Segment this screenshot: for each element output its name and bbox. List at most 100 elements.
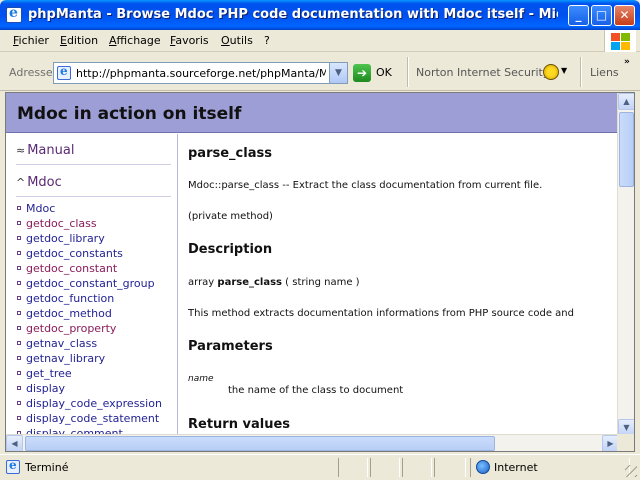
sidebar-link[interactable]: getdoc_constant [26,262,117,275]
signature-name: parse_class [217,277,282,288]
menu-help[interactable]: ? [264,34,270,47]
parameters-heading: Parameters [188,339,273,354]
main-content: parse_class Mdoc::parse_class -- Extract… [188,134,619,436]
norton-dropdown-icon[interactable]: ▼ [561,66,567,75]
sidebar-link[interactable]: get_tree [26,367,72,380]
vertical-scroll-thumb[interactable] [619,112,634,187]
sidebar-item[interactable]: getdoc_method [14,307,177,322]
bullet-icon [17,236,21,240]
sidebar-item[interactable]: getnav_library [14,352,177,367]
function-signature: array parse_class ( string name ) [188,277,360,288]
bullet-icon [17,356,21,360]
sidebar-item[interactable]: Mdoc [14,202,177,217]
sidebar-item[interactable]: get_tree [14,367,177,382]
sidebar-item[interactable]: getdoc_library [14,232,177,247]
status-panel [434,458,466,477]
title-bar[interactable]: phpManta - Browse Mdoc PHP code document… [0,0,640,30]
go-button[interactable]: ➔ OK [353,63,395,83]
bullet-icon [17,311,21,315]
scroll-up-icon[interactable]: ▲ [618,93,634,110]
page-header: Mdoc in action on itself [6,93,619,133]
sidebar-link[interactable]: getdoc_property [26,322,116,335]
sidebar-item[interactable]: getdoc_constant_group [14,277,177,292]
bullet-icon [17,371,21,375]
sidebar-item[interactable]: getdoc_class [14,217,177,232]
web-content: Mdoc in action on itself ≈ Manual ^ Mdoc M… [5,92,635,452]
collapse-icon: ≈ [16,144,26,157]
sidebar-link[interactable]: getdoc_constants [26,247,123,260]
sidebar-item[interactable]: getdoc_property [14,322,177,337]
bullet-icon [17,266,21,270]
scroll-left-icon[interactable]: ◀ [6,435,23,451]
sidebar-link[interactable]: getdoc_method [26,307,112,320]
sidebar-link[interactable]: display_code_statement [26,412,159,425]
sidebar-link[interactable]: getdoc_constant_group [26,277,155,290]
mdoc-section-link[interactable]: ^ Mdoc [16,175,62,190]
return-values-heading: Return values [188,417,291,432]
bullet-icon [17,251,21,255]
sidebar-link[interactable]: display [26,382,65,395]
go-arrow-icon: ➔ [353,64,371,82]
windows-logo-icon [604,30,636,52]
param-description: the name of the class to document [228,385,404,396]
sidebar-link[interactable]: getnav_class [26,337,97,350]
address-bar: Adresse http://phpmanta.sourceforge.net/… [0,53,640,91]
sidebar-link[interactable]: Mdoc [26,202,55,215]
sidebar-link[interactable]: getdoc_class [26,217,97,230]
menu-edition[interactable]: Edition [60,34,98,47]
address-label: Adresse [9,66,53,79]
resize-grip-icon[interactable] [625,465,637,477]
description-heading: Description [188,242,273,257]
manual-section-link[interactable]: ≈ Manual [16,143,74,158]
manual-label: Manual [27,143,75,158]
toolbar-separator [407,57,409,87]
norton-icon[interactable] [543,64,559,80]
param-name: name [188,374,214,384]
bullet-icon [17,416,21,420]
menu-outils[interactable]: Outils [221,34,253,47]
sidebar-item[interactable]: getdoc_constants [14,247,177,262]
sidebar-item[interactable]: getnav_class [14,337,177,352]
status-panel [338,458,368,477]
status-panel [370,458,400,477]
bullet-icon [17,221,21,225]
address-dropdown-icon[interactable]: ▼ [329,63,347,83]
vertical-scrollbar[interactable]: ▲ ▼ [617,93,634,436]
status-bar: Terminé Internet [0,454,640,480]
sidebar-item[interactable]: getdoc_function [14,292,177,307]
minimize-button[interactable]: _ [568,5,589,26]
horizontal-scrollbar[interactable]: ◀ ▶ [6,434,619,451]
sidebar-item[interactable]: display_code_statement [14,412,177,427]
sidebar-link[interactable]: getdoc_library [26,232,105,245]
menu-favoris[interactable]: Favoris [170,34,209,47]
bullet-icon [17,401,21,405]
close-button[interactable]: ✕ [614,5,635,26]
bullet-icon [17,281,21,285]
maximize-button[interactable]: □ [591,5,612,26]
sidebar-link[interactable]: getdoc_function [26,292,114,305]
menu-affichage[interactable]: Affichage [109,34,161,47]
divider [16,196,171,197]
function-summary: Mdoc::parse_class -- Extract the class d… [188,180,543,191]
expand-icon: ^ [16,176,26,189]
sidebar-link[interactable]: getnav_library [26,352,105,365]
address-url[interactable]: http://phpmanta.sourceforge.net/phpManta… [76,67,326,80]
window-title: phpManta - Browse Mdoc PHP code document… [28,7,558,22]
menu-fichier[interactable]: Fichier [13,34,49,47]
function-heading: parse_class [188,146,272,161]
horizontal-scroll-thumb[interactable] [25,436,495,451]
sidebar-item[interactable]: display_code_expression [14,397,177,412]
sidebar-link[interactable]: display_code_expression [26,397,162,410]
address-input[interactable]: http://phpmanta.sourceforge.net/phpManta… [53,62,348,84]
bullet-icon [17,206,21,210]
bullet-icon [17,296,21,300]
status-text: Terminé [25,461,69,474]
internet-globe-icon [476,460,490,474]
links-button[interactable]: Liens [590,66,619,79]
bullet-icon [17,386,21,390]
links-chevron-icon[interactable]: » [624,57,630,67]
mdoc-label: Mdoc [27,175,62,190]
browser-window: phpManta - Browse Mdoc PHP code document… [0,0,640,480]
sidebar-item[interactable]: getdoc_constant [14,262,177,277]
sidebar-item[interactable]: display [14,382,177,397]
